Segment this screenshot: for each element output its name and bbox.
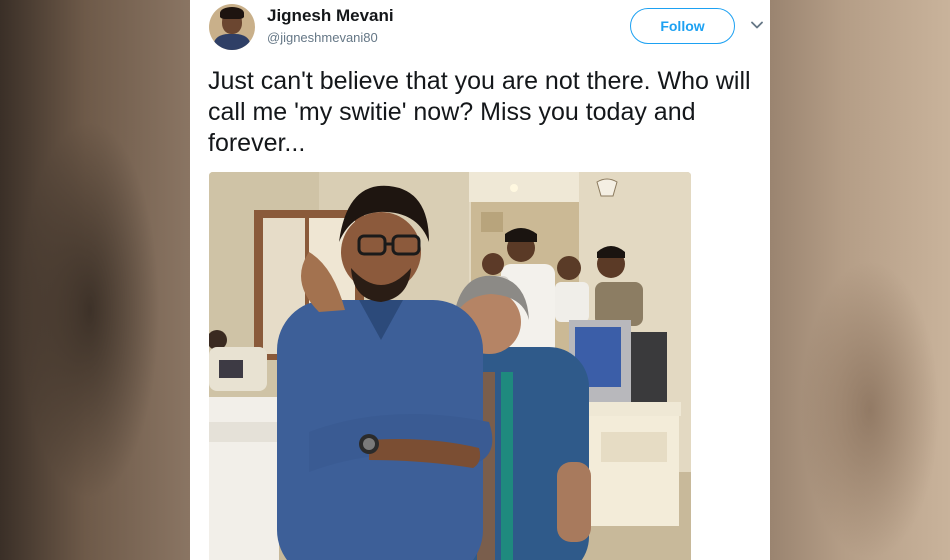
avatar-body (214, 34, 250, 50)
tweet-text: Just can't believe that you are not ther… (208, 67, 751, 157)
avatar[interactable] (209, 4, 255, 50)
author-name[interactable]: Jignesh Mevani (267, 6, 394, 26)
tweet-photo-illustration (209, 172, 691, 560)
tweet-photo[interactable] (209, 172, 691, 560)
chevron-down-icon[interactable] (750, 18, 764, 32)
tweet-card: Jignesh Mevani @jigneshmevani80 Follow J… (190, 0, 770, 560)
author-handle[interactable]: @jigneshmevani80 (267, 30, 378, 45)
blurred-background-left (0, 0, 190, 560)
blurred-background-right (770, 0, 950, 560)
follow-button[interactable]: Follow (630, 8, 735, 44)
avatar-hair (220, 7, 244, 19)
